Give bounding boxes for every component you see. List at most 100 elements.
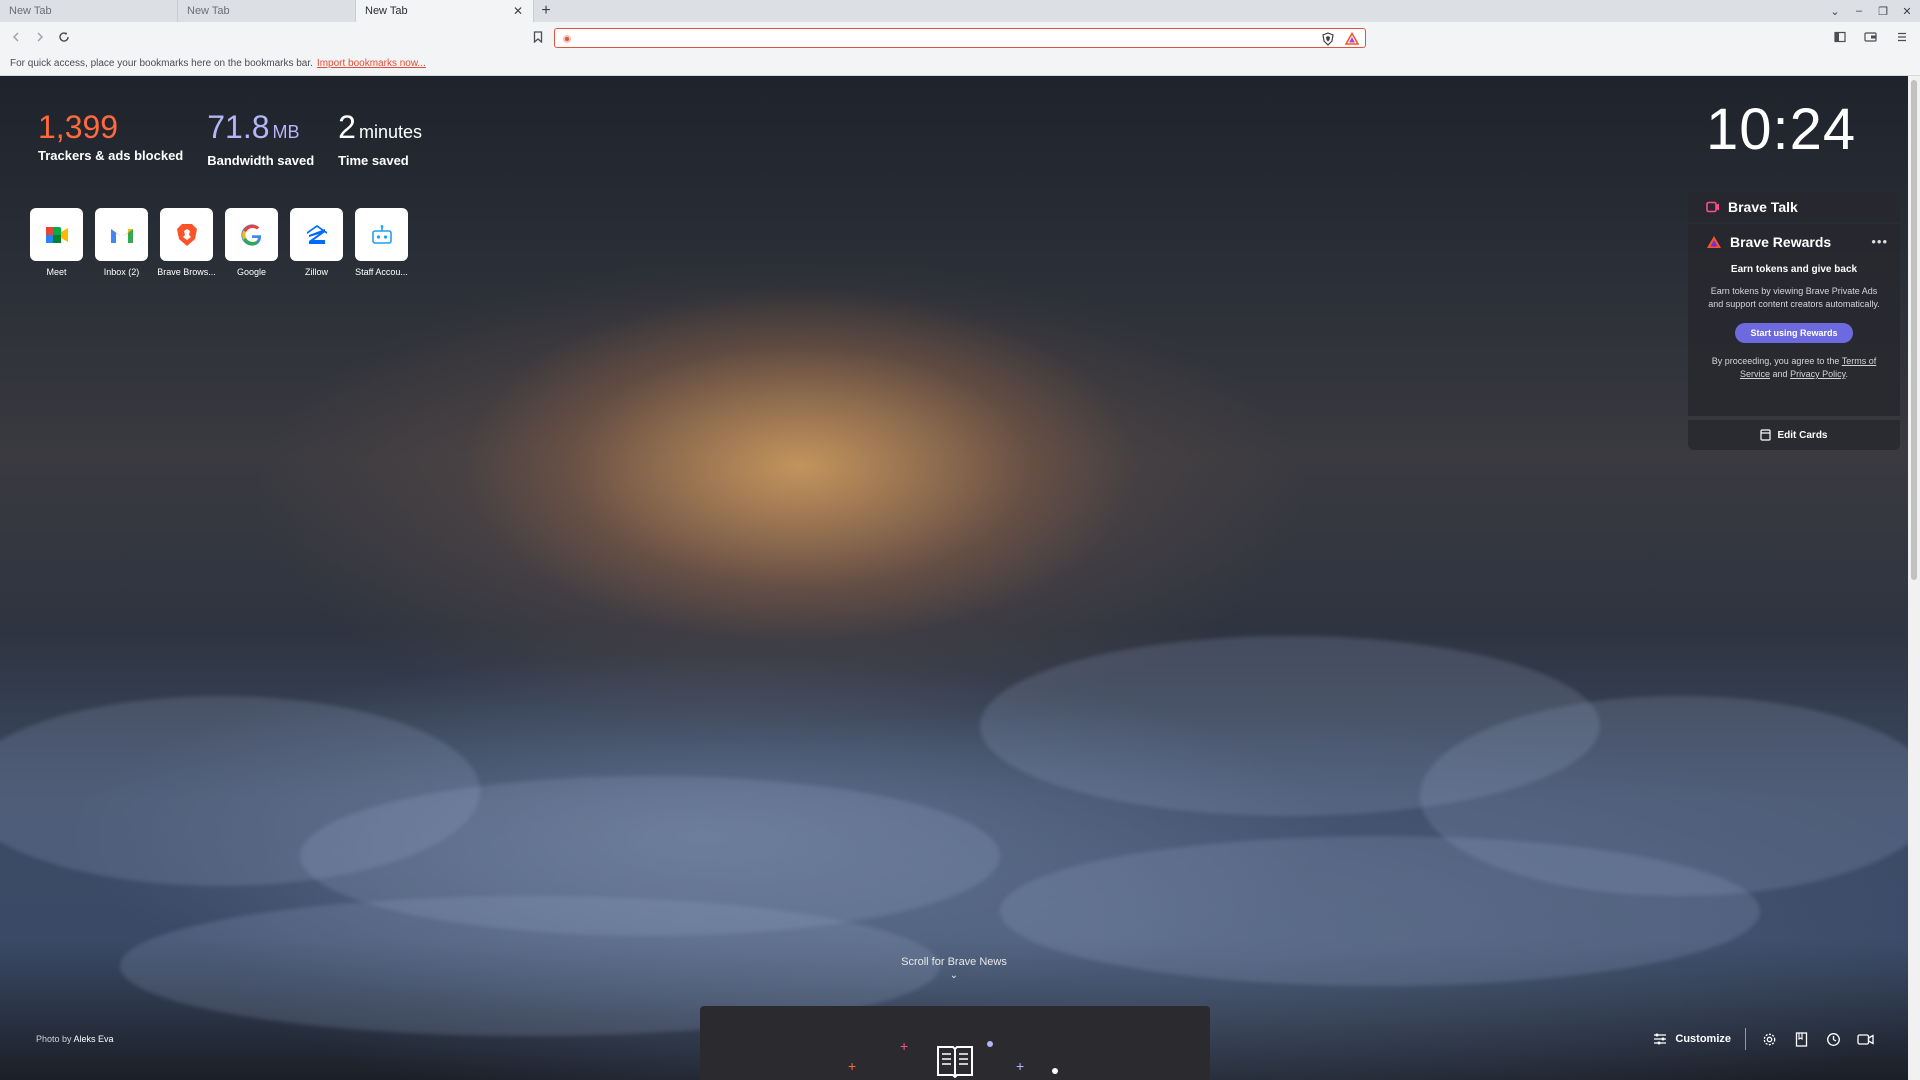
privacy-policy-link[interactable]: Privacy Policy <box>1790 369 1845 379</box>
address-input[interactable] <box>577 30 1257 46</box>
tab-search-icon[interactable]: ⌄ <box>1828 5 1842 18</box>
rewards-terms: By proceeding, you agree to the Terms of… <box>1706 355 1882 381</box>
brave-talk-button[interactable] <box>1856 1030 1874 1048</box>
google-g-icon <box>240 223 261 246</box>
bookmarks-button[interactable] <box>1792 1030 1810 1048</box>
sliders-icon <box>1654 1033 1667 1045</box>
gmail-icon <box>110 228 133 243</box>
brave-talk-icon <box>1706 201 1719 213</box>
clock: 10:24 <box>1706 97 1857 162</box>
sparkle-icon: + <box>900 1038 909 1054</box>
trackers-count: 1,399 <box>38 109 119 145</box>
top-site-brave[interactable]: Brave Brows... <box>157 208 216 277</box>
bandwidth-stat: 71.8 MB Bandwidth saved <box>207 108 314 168</box>
terms-suffix: . <box>1845 369 1848 379</box>
stats-widget: 1,399 Trackers & ads blocked 71.8 MB Band… <box>38 108 422 168</box>
sparkle-icon: + <box>848 1058 857 1074</box>
hamburger-menu-icon <box>1898 32 1906 42</box>
wallet-button[interactable] <box>1858 25 1882 49</box>
bookmark-button[interactable] <box>526 25 550 49</box>
sidebar-button[interactable] <box>1828 25 1852 49</box>
google-meet-icon <box>45 226 68 243</box>
edit-cards-button[interactable]: Edit Cards <box>1688 420 1900 450</box>
sparkle-dot <box>1052 1068 1058 1074</box>
brave-news-panel[interactable]: + + + <box>700 1006 1210 1080</box>
top-site-label: Brave Brows... <box>157 267 216 277</box>
tab-title: New Tab <box>187 5 230 17</box>
close-tab-icon[interactable]: ✕ <box>511 4 525 18</box>
menu-button[interactable] <box>1890 25 1914 49</box>
restore-icon[interactable]: ❐ <box>1876 5 1890 18</box>
top-site-meet[interactable]: Meet <box>30 208 83 277</box>
page-scrollbar[interactable] <box>1908 76 1920 1080</box>
top-site-label: Meet <box>46 267 67 277</box>
bandwidth-value: 71.8 <box>207 109 270 145</box>
new-tab-button[interactable]: + <box>534 0 558 22</box>
news-book-icon <box>937 1046 973 1078</box>
tab-1[interactable]: New Tab <box>0 0 178 22</box>
bookmark-icon <box>533 31 543 43</box>
photo-credit: Photo by Aleks Eva <box>36 1034 114 1044</box>
tab-3-active[interactable]: New Tab ✕ <box>356 0 534 22</box>
top-site-zillow[interactable]: Zillow <box>290 208 343 277</box>
brave-rewards-triangle-icon[interactable] <box>1345 32 1359 46</box>
close-window-icon[interactable]: ✕ <box>1900 5 1914 18</box>
robot-icon <box>371 224 392 244</box>
time-unit: minutes <box>358 122 422 142</box>
chevron-down-icon: ⌄ <box>949 970 959 981</box>
brave-rewards-card: Brave Rewards ••• Earn tokens and give b… <box>1688 224 1900 416</box>
minimize-icon[interactable]: – <box>1852 5 1866 17</box>
scroll-for-news-label: Scroll for Brave News <box>901 956 1007 968</box>
bandwidth-label: Bandwidth saved <box>207 153 315 168</box>
bookmarks-bar: For quick access, place your bookmarks h… <box>0 52 1920 76</box>
customize-button[interactable]: Customize <box>1653 1028 1746 1050</box>
time-value: 2 <box>338 109 356 145</box>
top-site-staff-account[interactable]: Staff Accou... <box>355 208 408 277</box>
forward-icon <box>37 32 43 42</box>
top-site-inbox[interactable]: Inbox (2) <box>95 208 148 277</box>
forward-button[interactable] <box>28 25 52 49</box>
sidebar-icon <box>1834 31 1846 43</box>
top-site-label: Inbox (2) <box>103 267 140 277</box>
reload-icon <box>59 32 69 42</box>
settings-button[interactable] <box>1760 1030 1778 1048</box>
brave-talk-card[interactable]: Brave Talk <box>1688 192 1900 222</box>
tab-strip: New Tab New Tab New Tab ✕ + ⌄ – ❐ ✕ <box>0 0 1920 22</box>
sparkle-dot <box>987 1041 993 1047</box>
zillow-icon <box>306 224 327 244</box>
sparkle-icon: + <box>1016 1058 1025 1074</box>
more-options-icon[interactable]: ••• <box>1871 234 1888 249</box>
wallet-icon <box>1863 32 1877 42</box>
top-site-label: Staff Accou... <box>355 267 408 277</box>
gear-icon <box>1763 1033 1775 1045</box>
terms-and: and <box>1772 369 1788 379</box>
back-button[interactable] <box>4 25 28 49</box>
start-using-rewards-button[interactable]: Start using Rewards <box>1735 323 1853 343</box>
trackers-label: Trackers & ads blocked <box>38 148 184 163</box>
reload-button[interactable] <box>52 25 76 49</box>
terms-prefix: By proceeding, you agree to the <box>1711 356 1840 366</box>
import-bookmarks-link[interactable]: Import bookmarks now... <box>317 58 426 69</box>
scroll-for-news[interactable]: Scroll for Brave News ⌄ <box>898 956 1010 981</box>
top-site-google[interactable]: Google <box>225 208 278 277</box>
time-stat: 2 minutes Time saved <box>338 108 422 168</box>
edit-cards-icon <box>1760 429 1772 441</box>
bottom-toolbar: Customize <box>1653 1028 1874 1050</box>
edit-cards-label: Edit Cards <box>1777 429 1828 441</box>
top-sites: Meet Inbox (2) Brave Brows... Google Zil… <box>30 208 408 277</box>
top-site-label: Zillow <box>304 267 328 277</box>
trackers-stat: 1,399 Trackers & ads blocked <box>38 108 183 168</box>
rewards-subtitle: Earn tokens and give back <box>1730 264 1858 275</box>
top-site-label: Google <box>236 267 267 277</box>
bookmarks-message: For quick access, place your bookmarks h… <box>10 58 313 69</box>
customize-label: Customize <box>1675 1033 1731 1045</box>
history-button[interactable] <box>1824 1030 1842 1048</box>
time-label: Time saved <box>338 153 409 168</box>
address-bar[interactable] <box>554 28 1366 48</box>
history-icon <box>1826 1032 1840 1046</box>
tab-2[interactable]: New Tab <box>178 0 356 22</box>
brave-shields-icon[interactable] <box>1321 32 1335 46</box>
photo-credit-prefix: Photo by <box>36 1034 72 1044</box>
scrollbar-thumb[interactable] <box>1911 80 1917 580</box>
photo-credit-author[interactable]: Aleks Eva <box>74 1034 114 1044</box>
